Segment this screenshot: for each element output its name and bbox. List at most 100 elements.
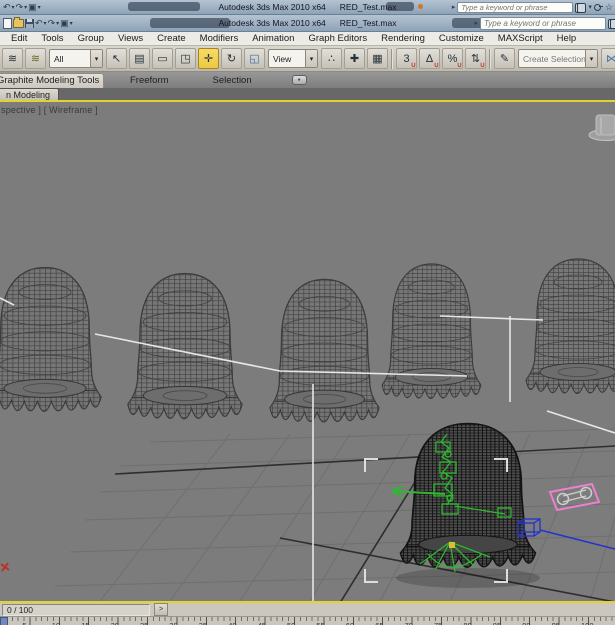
percent-snap-toggle-button[interactable]: % ∪ (442, 48, 463, 69)
menu-create[interactable]: Create (150, 33, 193, 44)
ruler-number: 45 (258, 621, 266, 625)
next-frame-button[interactable]: > (154, 603, 168, 616)
menu-animation[interactable]: Animation (245, 33, 301, 44)
menu-bar: Edit Tools Group Views Create Modifiers … (0, 32, 615, 46)
selected-wireframe-bell[interactable] (399, 422, 537, 569)
undo-dropdown-icon[interactable]: ▾ (44, 20, 47, 27)
chevron-down-icon[interactable]: ▾ (585, 50, 597, 67)
tab-selection[interactable]: Selection (203, 74, 262, 88)
window-crossing-toggle[interactable]: ◳ (175, 48, 196, 69)
select-and-link-button[interactable]: ≋ (2, 48, 23, 69)
mirror-button[interactable]: ⋈ (601, 48, 615, 69)
menu-help[interactable]: Help (550, 33, 584, 44)
select-object-button[interactable]: ↖ (106, 48, 127, 69)
toolbar-separator (391, 48, 393, 69)
redo-dropdown-icon[interactable]: ▾ (56, 20, 59, 27)
magnet-icon: ∪ (433, 62, 439, 69)
spinner-snap-toggle-button[interactable]: ⇅ ∪ (465, 48, 486, 69)
snaps-toggle-button[interactable]: 3 ∪ (396, 48, 417, 69)
ruler-number: 15 (81, 621, 89, 625)
3ds-max-window: ↶ ▾ ↷ ▾ ▣ ▾ Autodesk 3ds Max 2010 x64 RED… (0, 0, 615, 625)
search-binoculars-icon[interactable] (608, 19, 615, 29)
undo-icon[interactable]: ↶ (35, 18, 43, 28)
viewport-label[interactable]: spective ] [ Wireframe ] (1, 105, 98, 115)
ribbon-tab-bar: Graphite Modeling Tools Freeform Selecti… (0, 72, 615, 88)
chevron-down-icon[interactable]: ▾ (90, 50, 102, 67)
wireframe-bell-1[interactable] (0, 266, 102, 413)
menu-rendering[interactable]: Rendering (374, 33, 432, 44)
infocenter-collapse-icon[interactable]: ▸ (474, 19, 478, 27)
redo-icon[interactable]: ↷ (16, 2, 24, 12)
named-selection-sets-dropdown[interactable]: Create Selection Se ▾ (518, 49, 598, 68)
menu-group[interactable]: Group (71, 33, 111, 44)
workspace-icon[interactable]: ▣ (28, 2, 37, 12)
favorites-star-icon[interactable]: ☆ (605, 2, 613, 12)
blue-helper-cube[interactable] (517, 518, 615, 550)
ruler-number: 80 (463, 621, 471, 625)
ribbon-minimize-button[interactable]: ● (291, 75, 307, 85)
select-and-scale-button[interactable]: ◱ (244, 48, 265, 69)
select-and-move-button[interactable]: ✛ (198, 48, 219, 69)
search-dropdown-icon[interactable]: ▾ (588, 3, 592, 11)
infocenter: ▸ ▾ ☆ (452, 1, 615, 13)
world-axis-icon (0, 562, 10, 572)
undo-dropdown-icon[interactable]: ▾ (12, 4, 15, 11)
ruler-number: 60 (346, 621, 354, 625)
ruler-number: 55 (316, 621, 324, 625)
select-and-manipulate-button[interactable]: ✚ (344, 48, 365, 69)
rectangular-selection-region-button[interactable]: ▭ (152, 48, 173, 69)
infocenter-search-input[interactable] (480, 16, 606, 30)
infocenter-search-input[interactable] (457, 1, 574, 13)
menu-customize[interactable]: Customize (432, 33, 491, 44)
tab-graphite-modeling-tools[interactable]: Graphite Modeling Tools (0, 73, 104, 88)
redo-dropdown-icon[interactable]: ▾ (24, 4, 27, 11)
time-slider-handle[interactable] (0, 617, 8, 625)
ruler-number: 90 (522, 621, 530, 625)
viewport-canvas[interactable] (0, 102, 615, 601)
select-and-rotate-button[interactable]: ↻ (221, 48, 242, 69)
subscription-key-icon[interactable] (593, 3, 603, 12)
menu-maxscript[interactable]: MAXScript (491, 33, 550, 44)
select-by-name-button[interactable]: ▤ (129, 48, 150, 69)
edit-named-selection-sets-button[interactable]: ✎ (494, 48, 515, 69)
wireframe-bell-3[interactable] (269, 278, 380, 423)
undo-icon[interactable]: ↶ (3, 2, 11, 12)
menu-modifiers[interactable]: Modifiers (193, 33, 246, 44)
ruler-number: 65 (375, 621, 383, 625)
new-file-icon[interactable] (3, 17, 12, 29)
use-pivot-point-center-button[interactable]: ∴ (321, 48, 342, 69)
reference-coordinate-system-dropdown[interactable]: View ▾ (268, 49, 318, 68)
ruler-number: 100 (581, 621, 594, 625)
workspace-dropdown-icon[interactable]: ▾ (38, 4, 41, 11)
selection-filter-dropdown[interactable]: All ▾ (49, 49, 103, 68)
ribbon-subtab-polygon-modeling[interactable]: n Modeling (0, 88, 60, 100)
chevron-down-icon[interactable]: ▾ (305, 50, 317, 67)
ruler-number: 10 (52, 621, 60, 625)
cup-object[interactable] (588, 114, 615, 141)
wireframe-bell-2[interactable] (127, 272, 243, 420)
current-frame-field[interactable]: 0 / 100 (2, 603, 150, 616)
save-file-icon[interactable] (25, 18, 34, 28)
search-binoculars-icon[interactable] (575, 3, 587, 13)
ruler-number: 20 (111, 621, 119, 625)
tab-freeform[interactable]: Freeform (120, 74, 179, 88)
infocenter-collapse-icon[interactable]: ▸ (452, 3, 456, 11)
ruler-number: 40 (228, 621, 236, 625)
redo-icon[interactable]: ↷ (48, 18, 56, 28)
workspace-dropdown-icon[interactable]: ▾ (70, 20, 73, 27)
magnet-icon: ∪ (479, 62, 485, 69)
angle-snap-toggle-button[interactable]: ∆ ∪ (419, 48, 440, 69)
track-bar[interactable]: 5 10 15 20 25 30 35 40 45 50 55 60 65 70 75 80 85 90 95 100 (0, 617, 615, 625)
menu-edit[interactable]: Edit (4, 33, 34, 44)
bind-to-space-warp-button[interactable]: ≋ (25, 48, 46, 69)
menu-views[interactable]: Views (111, 33, 150, 44)
wireframe-bell-5[interactable] (525, 258, 615, 395)
menu-graph-editors[interactable]: Graph Editors (301, 33, 374, 44)
wireframe-bell-4[interactable] (381, 263, 482, 400)
perspective-viewport[interactable]: spective ] [ Wireframe ] (0, 102, 615, 601)
keyboard-shortcut-override-toggle[interactable]: ▦ (367, 48, 388, 69)
time-slider-bar: 0 / 100 > (0, 603, 615, 617)
workspace-icon[interactable]: ▣ (60, 18, 69, 28)
open-file-icon[interactable] (13, 16, 24, 28)
menu-tools[interactable]: Tools (34, 33, 70, 44)
